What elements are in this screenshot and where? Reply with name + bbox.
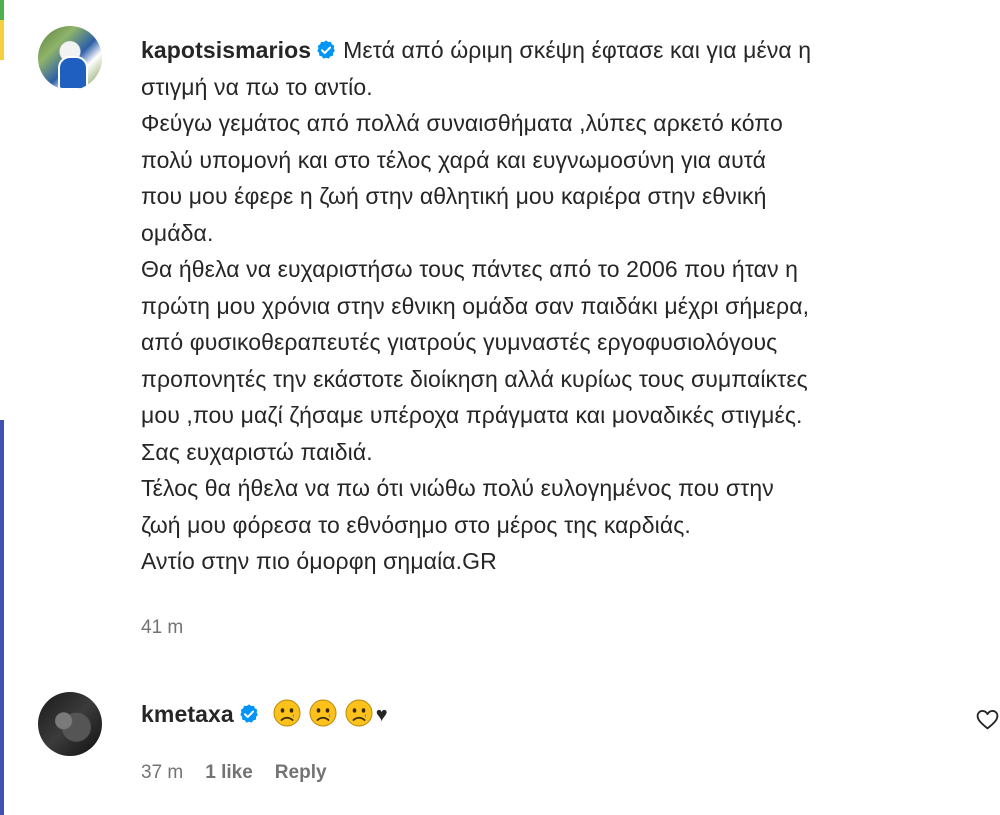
avatar[interactable] xyxy=(38,692,102,756)
caption-line-4: πολύ υπομονή και στο τέλος χαρά και ευγν… xyxy=(141,146,767,173)
avatar[interactable] xyxy=(38,26,102,90)
caption-line-8: πρώτη μου χρόνια στην εθνικη ομάδα σαν π… xyxy=(141,292,810,319)
comment-first-line: kapotsismarios Μετά από ώριμη σκέψη έφτασ… xyxy=(141,32,1000,69)
caption-line-2: στιγμή να πω το αντίο. xyxy=(141,73,373,100)
caption-line-5: που μου έφερε η ζωή στην αθλητική μου κα… xyxy=(141,183,767,209)
caption-line-12: Σας ευχαριστώ παιδιά. xyxy=(141,438,373,465)
caption-line-3: Φεύγω γεμάτος από πολλά συναισθήματα ,λύ… xyxy=(141,110,783,136)
caption-line-6: ομάδα. xyxy=(141,219,214,246)
crying-face-icon xyxy=(309,699,337,727)
caption-line-10: προπονητές την εκάστοτε διοίκηση αλλά κυ… xyxy=(141,365,808,392)
crying-face-icon xyxy=(273,699,301,727)
left-edge-strip xyxy=(0,0,4,815)
comment-timestamp[interactable]: 37 m xyxy=(141,762,183,784)
caption-line-9: από φυσικοθεραπευτές γιατρούς γυμναστές … xyxy=(141,329,778,355)
reply-meta-row: 37 m 1 like Reply xyxy=(141,762,327,784)
comment-caption: kapotsismarios Μετά από ώριμη σκέψη έφτασ… xyxy=(141,32,1000,580)
username[interactable]: kapotsismarios xyxy=(141,37,311,63)
reply-button[interactable]: Reply xyxy=(275,762,327,784)
caption-line-15: Αντίο στην πιο όμορφη σημαία.GR xyxy=(141,548,497,574)
comment-timestamp[interactable]: 41 m xyxy=(141,617,183,639)
likes-count[interactable]: 1 like xyxy=(205,762,253,784)
username[interactable]: kmetaxa xyxy=(141,701,234,727)
instagram-comments-panel: kapotsismarios Μετά από ώριμη σκέψη έφτασ… xyxy=(0,0,1000,815)
caption-line-11: μου ,που μαζί ζήσαμε υπέροχα πράγματα κα… xyxy=(141,402,803,428)
caption-line-13: Τέλος θα ήθελα να πω ότι νιώθω πολύ ευλο… xyxy=(141,475,774,501)
crying-face-icon xyxy=(345,699,373,727)
comment-reply: kmetaxa ♥ xyxy=(141,696,1000,734)
verified-badge-icon xyxy=(317,40,336,59)
verified-badge-icon xyxy=(240,704,258,723)
caption-line-14: ζωή μου φόρεσα το εθνόσημο στο μέρος της… xyxy=(141,511,691,538)
heart-emoji: ♥ xyxy=(375,704,388,726)
caption-line-7: Θα ήθελα να ευχαριστήσω τους πάντες από … xyxy=(141,256,799,282)
heart-like-icon[interactable] xyxy=(975,707,1000,732)
caption-line-1: Μετά από ώριμη σκέψη έφτασε και για μένα… xyxy=(343,37,812,63)
